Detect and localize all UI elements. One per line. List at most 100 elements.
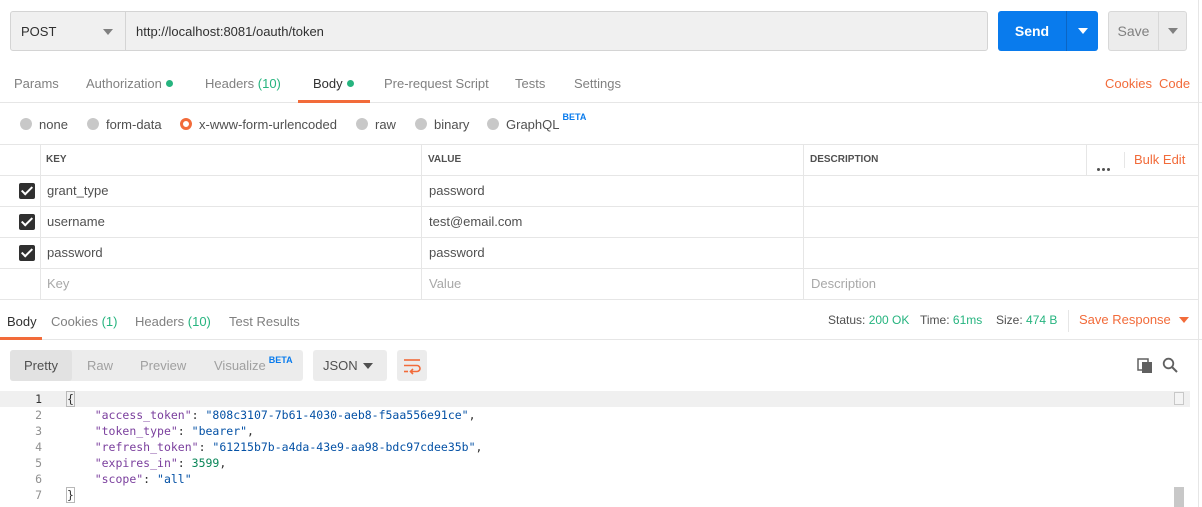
code-line: 2 "access_token": "808c3107-7b61-4030-ae… — [0, 407, 1190, 423]
bulk-edit-link[interactable]: Bulk Edit — [1134, 145, 1185, 175]
chevron-down-icon — [103, 29, 113, 35]
copy-icon[interactable] — [1137, 358, 1153, 374]
wrap-lines-button[interactable] — [397, 350, 427, 381]
mode-preview-button[interactable]: Preview — [140, 350, 186, 381]
tab-tests[interactable]: Tests — [515, 64, 545, 102]
url-input[interactable]: http://localhost:8081/oauth/token — [126, 12, 987, 50]
table-row: password password — [0, 238, 1198, 269]
divider — [421, 207, 422, 237]
status-dot — [346, 80, 354, 87]
line-number: 6 — [35, 472, 42, 486]
size-label: Size: — [996, 313, 1023, 327]
radio-none[interactable]: none — [20, 104, 68, 144]
format-label: JSON — [323, 358, 358, 373]
tab-label: Cookies — [51, 314, 98, 329]
param-value[interactable]: password — [429, 176, 485, 206]
save-response-button[interactable]: Save Response — [1079, 300, 1189, 340]
radio-icon — [415, 118, 427, 130]
params-table: KEY VALUE DESCRIPTION Bulk Edit grant_ty… — [0, 144, 1198, 300]
size-value: 474 B — [1026, 313, 1058, 327]
tab-count: (10) — [257, 76, 281, 91]
tab-body[interactable]: Body — [313, 64, 354, 102]
send-options-button[interactable] — [1066, 11, 1098, 51]
checkbox-icon[interactable] — [19, 214, 35, 230]
description-input[interactable]: Description — [811, 269, 876, 299]
divider — [1068, 310, 1069, 332]
scrollbar-thumb[interactable] — [1174, 487, 1184, 507]
table-header-row: KEY VALUE DESCRIPTION Bulk Edit — [0, 145, 1198, 176]
beta-badge: BETA — [562, 112, 587, 122]
param-value[interactable]: test@email.com — [429, 207, 522, 237]
key-input[interactable]: Key — [47, 269, 69, 299]
radio-label: GraphQL — [506, 116, 560, 132]
response-tabs: Body Cookies (1) Headers (10) Test Resul… — [0, 300, 1202, 340]
tab-settings[interactable]: Settings — [574, 64, 621, 102]
line-number: 7 — [35, 488, 42, 502]
chevron-down-icon — [1178, 317, 1189, 323]
view-mode-toolbar: Pretty Raw Preview Visualize BETA — [10, 350, 303, 381]
more-icon[interactable] — [1097, 159, 1112, 174]
radio-form-data[interactable]: form-data — [87, 104, 162, 144]
divider — [1198, 0, 1199, 507]
param-key[interactable]: username — [47, 207, 105, 237]
method-select[interactable]: POST — [11, 12, 126, 50]
active-tab-indicator — [298, 100, 370, 103]
line-number: 3 — [35, 424, 42, 438]
tab-authorization[interactable]: Authorization — [86, 64, 173, 102]
mode-visualize-button[interactable]: Visualize BETA — [214, 350, 293, 383]
param-value[interactable]: password — [429, 238, 485, 268]
tab-label: Headers — [135, 314, 185, 329]
mode-pretty-button[interactable]: Pretty — [24, 350, 58, 381]
mode-raw-button[interactable]: Raw — [87, 350, 113, 381]
tab-params[interactable]: Params — [14, 64, 59, 102]
radio-raw[interactable]: raw — [356, 104, 396, 144]
radio-x-www-form-urlencoded[interactable]: x-www-form-urlencoded — [180, 104, 337, 144]
format-select[interactable]: JSON — [313, 350, 387, 381]
checkbox-icon[interactable] — [19, 183, 35, 199]
time-label: Time: — [920, 313, 950, 327]
save-button[interactable]: Save — [1108, 11, 1187, 51]
time-info: Time: 61ms — [920, 300, 982, 340]
body-type-options: none form-data x-www-form-urlencoded raw… — [0, 104, 1202, 144]
cookies-link[interactable]: Cookies — [1105, 64, 1152, 104]
status-label: Status: — [828, 313, 866, 327]
save-label: Save — [1117, 23, 1150, 39]
status-info: Status: 200 OK — [828, 300, 909, 340]
response-body-editor[interactable]: 1{2 "access_token": "808c3107-7b61-4030-… — [0, 391, 1190, 507]
divider — [803, 176, 804, 206]
checkbox-icon[interactable] — [19, 245, 35, 261]
code-text: "scope": "all" — [94, 472, 192, 486]
divider — [421, 269, 422, 299]
code-line: 5 "expires_in": 3599, — [0, 455, 1190, 471]
table-row: grant_type password — [0, 176, 1198, 207]
code-line: 1{ — [0, 391, 1190, 407]
line-number: 4 — [35, 440, 42, 454]
param-key[interactable]: password — [47, 238, 103, 268]
tab-response-headers[interactable]: Headers (10) — [135, 300, 211, 344]
radio-binary[interactable]: binary — [415, 104, 469, 144]
column-header-description: DESCRIPTION — [810, 154, 879, 165]
radio-graphql[interactable]: GraphQL BETA — [487, 104, 586, 144]
divider — [421, 176, 422, 206]
send-button[interactable]: Send — [998, 11, 1098, 51]
size-info: Size: 474 B — [996, 300, 1057, 340]
param-key[interactable]: grant_type — [47, 176, 108, 206]
divider — [803, 145, 804, 175]
radio-label: binary — [434, 116, 470, 132]
search-icon[interactable] — [1162, 357, 1178, 373]
tab-headers[interactable]: Headers (10) — [205, 64, 281, 102]
radio-label: none — [39, 116, 68, 132]
tab-test-results[interactable]: Test Results — [229, 300, 300, 344]
line-number: 1 — [35, 392, 42, 406]
value-input[interactable]: Value — [429, 269, 461, 299]
save-options-button[interactable] — [1158, 12, 1186, 50]
divider — [40, 176, 41, 206]
code-link[interactable]: Code — [1159, 64, 1190, 104]
line-number: 5 — [35, 456, 42, 470]
divider — [421, 238, 422, 268]
send-label: Send — [1014, 23, 1050, 39]
tab-response-cookies[interactable]: Cookies (1) — [51, 300, 117, 344]
scrollbar[interactable] — [1174, 392, 1184, 507]
active-tab-indicator — [0, 337, 42, 340]
tab-pre-request-script[interactable]: Pre-request Script — [384, 64, 489, 102]
